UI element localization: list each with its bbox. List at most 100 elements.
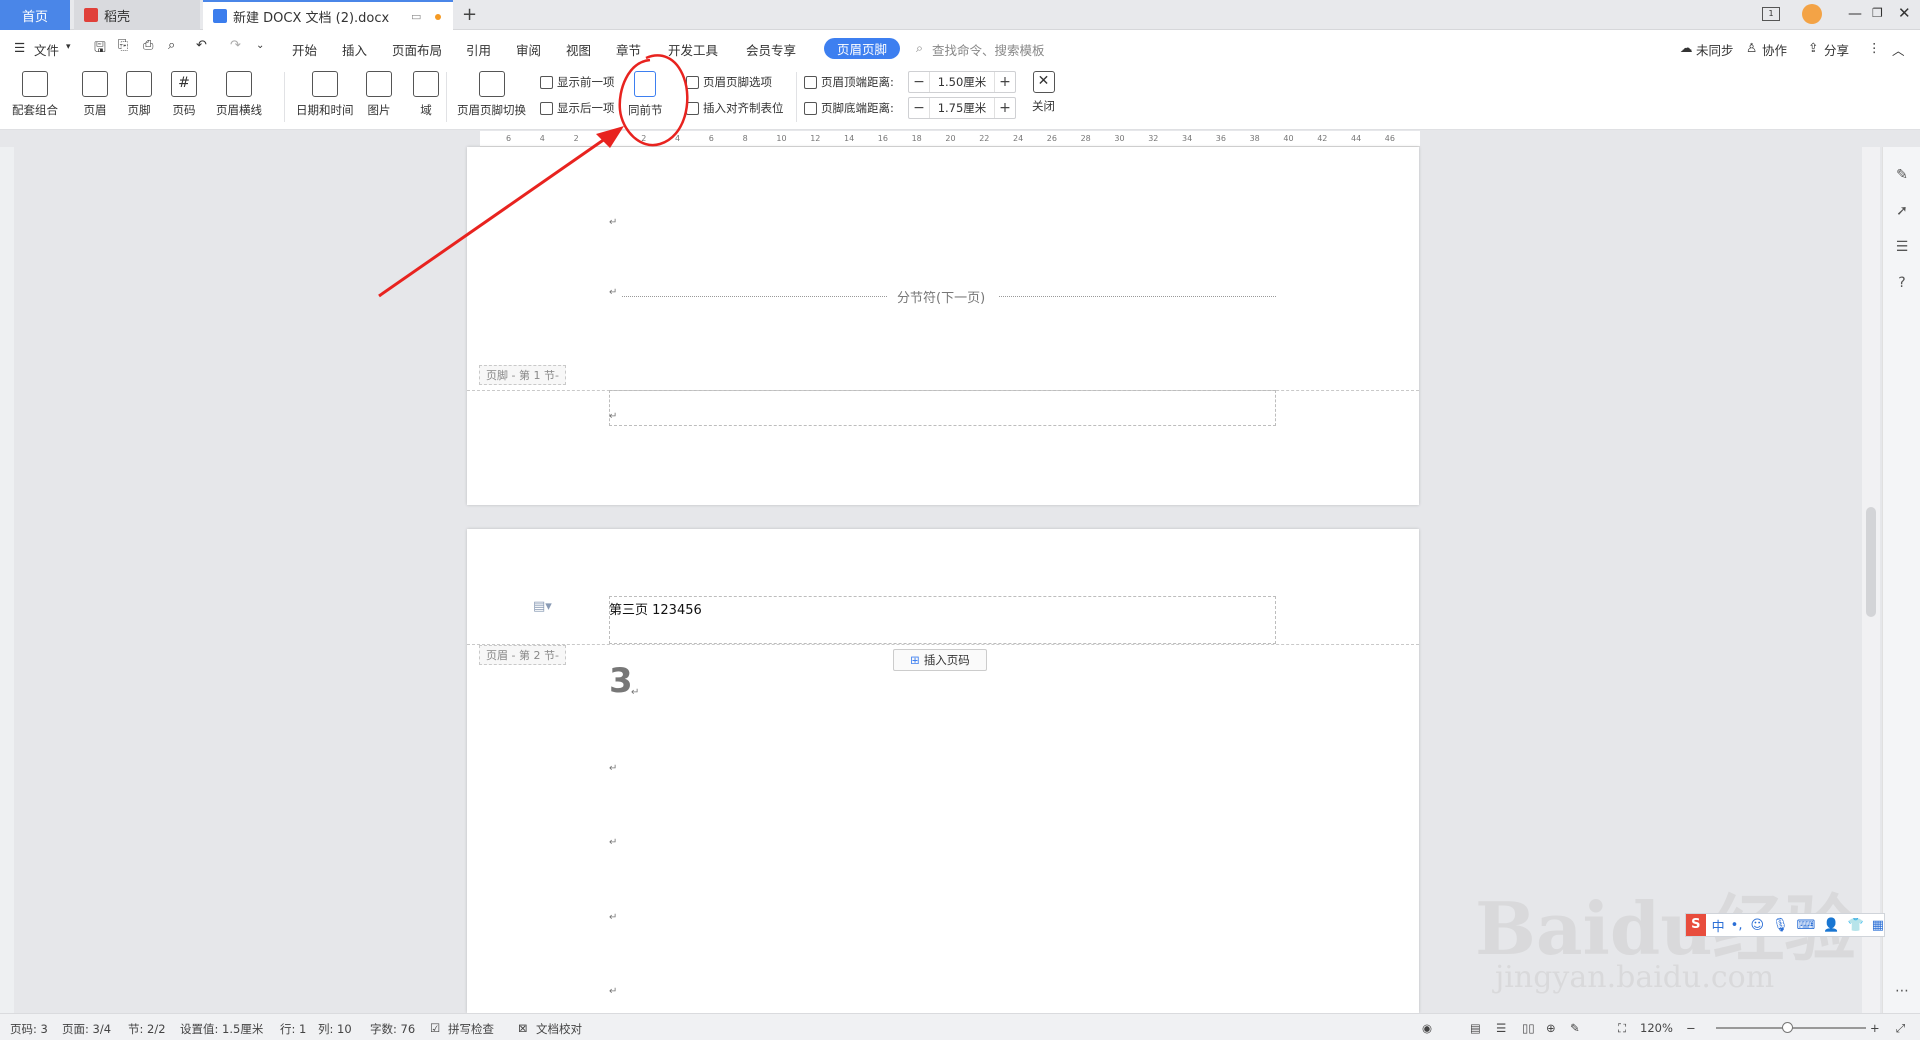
menu-review[interactable]: 审阅 [516, 40, 541, 59]
web-view-icon[interactable]: ⊕ [1546, 1021, 1556, 1035]
page-number-button[interactable]: # 页码 [171, 71, 197, 118]
header-distance-plus[interactable]: + [995, 74, 1015, 90]
insert-page-number-button[interactable]: ⊞ 插入页码 [893, 649, 987, 671]
page-2[interactable]: ▤▾ 第三页 123456 页眉 - 第 2 节- ⊞ 插入页码 3 ↵ ↵ ↵… [467, 529, 1419, 1013]
export-icon[interactable]: ⎘ [118, 38, 128, 53]
status-words[interactable]: 字数: 76 [370, 1021, 415, 1037]
window-count-icon[interactable]: 1 [1762, 7, 1780, 21]
spell-check-icon[interactable]: ☑ [430, 1021, 440, 1035]
tab-header-footer[interactable]: 页眉页脚 [824, 38, 900, 59]
chevron-down-icon[interactable]: ▾ [66, 42, 71, 52]
header-distance-stepper[interactable]: − 1.50厘米 + [908, 71, 1016, 93]
menu-layout[interactable]: 页面布局 [392, 40, 442, 59]
help-icon[interactable]: ? [1894, 275, 1910, 291]
collapse-ribbon-icon[interactable]: ︿ [1892, 40, 1905, 59]
header-menu-icon[interactable]: ▤▾ [533, 599, 552, 614]
status-setting[interactable]: 设置值: 1.5厘米 [180, 1021, 263, 1037]
menu-view[interactable]: 视图 [566, 40, 591, 59]
undo-icon[interactable]: ↶ [196, 38, 207, 53]
print-icon[interactable]: ⎙ [143, 38, 153, 53]
footer-button[interactable]: 页脚 [126, 71, 152, 118]
menu-chapter[interactable]: 章节 [616, 40, 641, 59]
menu-insert[interactable]: 插入 [342, 40, 367, 59]
more-icon[interactable]: ⋯ [1894, 983, 1910, 999]
spell-check-button[interactable]: 拼写检查 [448, 1021, 494, 1037]
page-view-icon[interactable]: ▤ [1470, 1021, 1481, 1035]
show-prev-button[interactable]: 显示前一项 [540, 74, 615, 90]
status-section[interactable]: 节: 2/2 [128, 1021, 166, 1037]
tab-home[interactable]: 首页 [0, 0, 70, 30]
same-as-prev-button[interactable]: 同前节 [628, 71, 663, 118]
footer-distance-minus[interactable]: − [909, 100, 929, 116]
ime-user-icon[interactable]: 👤 [1823, 918, 1839, 933]
customize-icon[interactable]: ⌄ [256, 40, 264, 51]
header-distance-value[interactable]: 1.50厘米 [929, 72, 995, 92]
menu-file[interactable]: 文件 [34, 40, 59, 59]
status-row[interactable]: 行: 1 [280, 1021, 306, 1037]
pen-icon[interactable]: ✎ [1894, 167, 1910, 183]
vertical-ruler[interactable] [0, 147, 14, 1013]
outline-view-icon[interactable]: ☰ [1496, 1021, 1506, 1035]
pen-view-icon[interactable]: ✎ [1570, 1021, 1580, 1035]
ime-emoji-icon[interactable]: ☺ [1750, 918, 1764, 933]
status-page[interactable]: 页面: 3/4 [62, 1021, 111, 1037]
footer-distance-value[interactable]: 1.75厘米 [929, 98, 995, 118]
zoom-in-button[interactable]: + [1870, 1021, 1880, 1035]
header-distance-minus[interactable]: − [909, 74, 929, 90]
datetime-button[interactable]: 日期和时间 [296, 71, 354, 118]
search-input[interactable]: 查找命令、搜索模板 [932, 40, 1045, 59]
menu-member[interactable]: 会员专享 [746, 40, 796, 59]
minimize-icon[interactable]: — [1848, 6, 1862, 22]
collab-button[interactable]: 协作 [1762, 40, 1787, 59]
vertical-scrollbar[interactable] [1862, 147, 1880, 1013]
zoom-slider[interactable] [1716, 1022, 1866, 1033]
page-number-digit[interactable]: 3 [609, 661, 633, 701]
fit-page-icon[interactable]: ⛶ [1618, 1021, 1626, 1036]
tab-document[interactable]: 新建 DOCX 文档 (2).docx ▭ [203, 0, 453, 30]
save-icon[interactable]: 🖫 [94, 37, 106, 61]
zoom-level[interactable]: 120% [1640, 1021, 1673, 1035]
sync-status[interactable]: 未同步 [1696, 40, 1734, 59]
footer-area[interactable] [609, 390, 1276, 426]
header-button[interactable]: 页眉 [82, 71, 108, 118]
ime-keyboard-icon[interactable]: ⌨ [1797, 918, 1816, 933]
ime-apps-icon[interactable]: ▦ [1872, 918, 1884, 933]
avatar[interactable] [1802, 4, 1822, 24]
settings-sliders-icon[interactable]: ☰ [1894, 239, 1910, 255]
status-page-code[interactable]: 页码: 3 [10, 1021, 48, 1037]
combo-button[interactable]: 配套组合 [12, 71, 58, 118]
comment-icon[interactable]: ▭ [411, 10, 421, 23]
menu-start[interactable]: 开始 [292, 40, 317, 59]
header-line-button[interactable]: 页眉横线 [216, 71, 262, 118]
share-button[interactable]: 分享 [1824, 40, 1849, 59]
picture-button[interactable]: 图片 [366, 71, 392, 118]
options-button[interactable]: 页眉页脚选项 [686, 74, 772, 90]
ime-lang[interactable]: 中 [1712, 916, 1725, 935]
status-col[interactable]: 列: 10 [318, 1021, 352, 1037]
proof-icon[interactable]: ⊠ [518, 1021, 528, 1035]
menu-references[interactable]: 引用 [466, 40, 491, 59]
ime-skin-icon[interactable]: 👕 [1848, 918, 1864, 933]
zoom-slider-thumb[interactable] [1782, 1022, 1793, 1033]
eye-icon[interactable]: ◉ [1422, 1021, 1432, 1035]
ime-toolbar[interactable]: S 中 •, ☺ 🎙 ⌨ 👤 👕 ▦ [1685, 913, 1885, 937]
footer-distance-plus[interactable]: + [995, 100, 1015, 116]
collab-icon[interactable]: ♙ [1746, 40, 1757, 55]
header-text[interactable]: 第三页 123456 [609, 599, 702, 618]
insert-tab-button[interactable]: 插入对齐制表位 [686, 100, 784, 116]
more-icon[interactable]: ⋮ [1868, 40, 1881, 55]
share-icon[interactable]: ⇪ [1808, 40, 1818, 55]
switch-button[interactable]: 页眉页脚切换 [457, 71, 526, 118]
close-header-footer-button[interactable]: ✕ 关闭 [1032, 71, 1055, 114]
cursor-icon[interactable]: ➚ [1894, 203, 1910, 219]
header-area[interactable] [609, 596, 1276, 644]
field-button[interactable]: 域 [413, 71, 439, 118]
restore-icon[interactable]: ❐ [1872, 6, 1883, 20]
hamburger-icon[interactable]: ☰ [14, 40, 25, 55]
proof-button[interactable]: 文档校对 [536, 1021, 582, 1037]
fullscreen-icon[interactable]: ⤢ [1896, 1021, 1905, 1036]
footer-distance-stepper[interactable]: − 1.75厘米 + [908, 97, 1016, 119]
close-window-icon[interactable]: ✕ [1898, 4, 1911, 22]
new-tab-button[interactable]: + [462, 4, 477, 25]
redo-icon[interactable]: ↷ [230, 38, 241, 53]
